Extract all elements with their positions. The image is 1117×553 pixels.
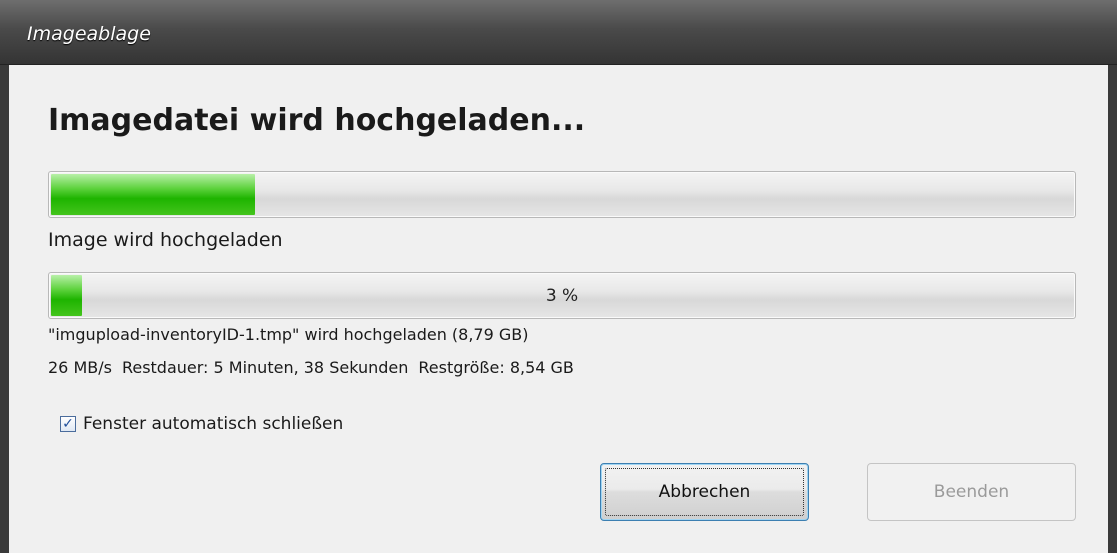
finish-button-label: Beenden	[933, 482, 1010, 502]
dialog-heading: Imagedatei wird hochgeladen...	[48, 103, 586, 138]
remaining-size: Restgröße: 8,54 GB	[418, 358, 574, 377]
checkmark-icon: ✓	[62, 416, 74, 432]
auto-close-label[interactable]: Fenster automatisch schließen	[83, 414, 343, 434]
overall-progress-bar	[48, 171, 1076, 218]
window-title: Imageablage	[27, 23, 151, 45]
finish-button: Beenden	[867, 463, 1076, 521]
file-progress-bar: 3 %	[48, 272, 1076, 319]
auto-close-checkbox[interactable]: ✓	[60, 416, 76, 432]
title-bar[interactable]: Imageablage	[0, 0, 1117, 65]
upload-dialog-window: Imageablage Imagedatei wird hochgeladen.…	[0, 0, 1117, 553]
overall-progress-text	[49, 172, 1075, 217]
auto-close-option[interactable]: ✓ Fenster automatisch schließen	[60, 414, 343, 434]
file-status-line: "imgupload-inventoryID-1.tmp" wird hochg…	[48, 325, 529, 344]
file-progress-percent: 3 %	[545, 285, 579, 306]
transfer-stats-line: 26 MB/s Restdauer: 5 Minuten, 38 Sekunden…	[48, 358, 584, 377]
cancel-button[interactable]: Abbrechen	[600, 463, 809, 521]
focus-ring	[605, 468, 804, 516]
remaining-time: Restdauer: 5 Minuten, 38 Sekunden	[121, 358, 409, 377]
stage-label: Image wird hochgeladen	[48, 229, 283, 251]
transfer-speed: 26 MB/s	[48, 358, 112, 377]
